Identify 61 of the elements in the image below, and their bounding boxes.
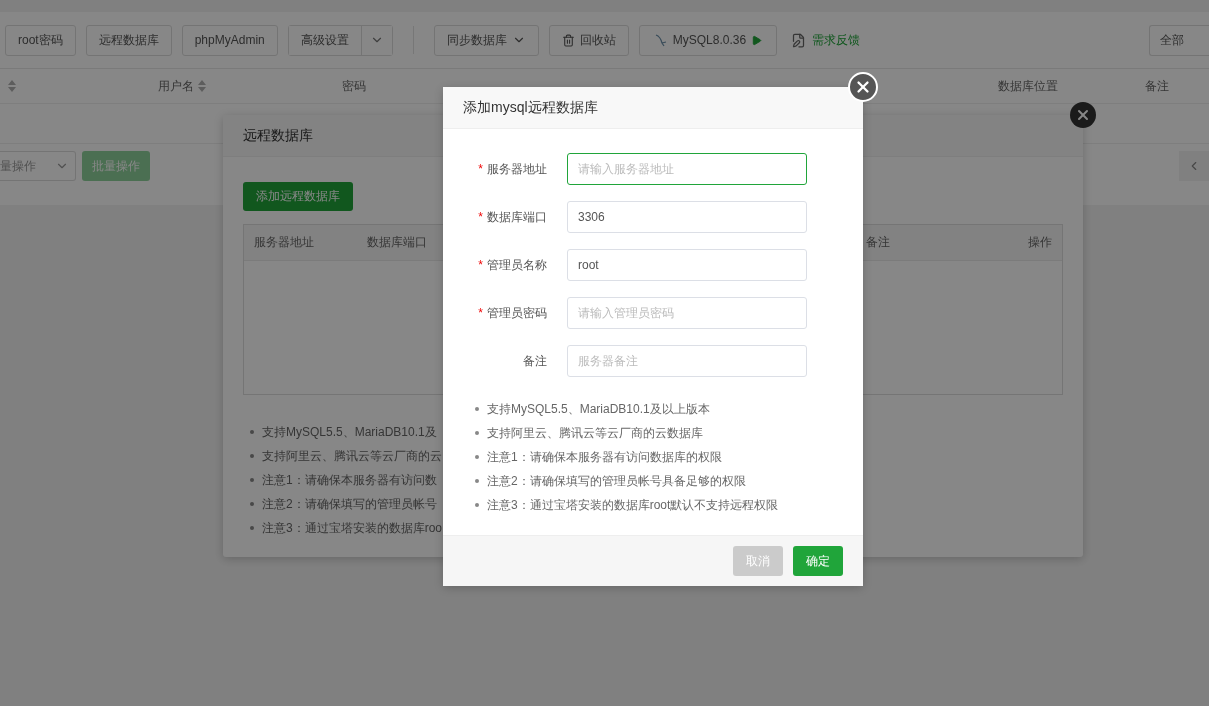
version-button[interactable]: MySQL8.0.36	[638, 24, 778, 56]
previous-page-button[interactable]	[1179, 151, 1209, 181]
note-text: 注意2：请确保填写的管理员帐号具备足够的权限	[487, 472, 746, 490]
note-text: 支持MySQL5.5、MariaDB10.1及	[262, 423, 437, 441]
close-icon	[1075, 107, 1091, 123]
column-header: 数据库位置	[998, 77, 1058, 95]
sync-dropdown-button[interactable]: 同步数据库	[433, 24, 539, 56]
toolbar-button[interactable]: 远程数据库	[85, 24, 172, 56]
input-field[interactable]: 3306	[567, 201, 807, 233]
note-text: 支持阿里云、腾讯云等云厂商的云数据库	[487, 424, 703, 442]
bullet-icon	[250, 526, 254, 530]
dialog-title: 添加mysql远程数据库	[443, 87, 863, 129]
bullet-icon	[475, 503, 479, 507]
column-header: 备注	[1145, 77, 1169, 95]
sort-icon[interactable]	[198, 80, 206, 92]
column-header: 密码	[342, 77, 366, 95]
note-text: 注意1：请确保本服务器有访问数	[262, 471, 437, 489]
column-header: 操作	[1028, 234, 1052, 251]
settings-button[interactable]: 高级设置	[288, 25, 362, 55]
toolbar-button[interactable]: root密码	[5, 24, 76, 56]
note-text: 支持阿里云、腾讯云等云厂商的云	[262, 447, 442, 465]
trash-icon	[561, 33, 575, 47]
column-header: 服务器地址	[254, 234, 315, 251]
input-field[interactable]: root	[567, 249, 807, 281]
column-header: 备注	[866, 234, 891, 251]
bullet-icon	[250, 478, 254, 482]
field-label: 数据库端口	[487, 208, 547, 226]
bullet-icon	[475, 479, 479, 483]
recycle-bin-button[interactable]: 回收站	[548, 24, 629, 56]
column-header: 数据库端口	[367, 234, 428, 251]
required-mark: *	[478, 258, 483, 272]
dolphin-icon	[653, 33, 668, 47]
field-label: 管理员密码	[487, 304, 547, 322]
required-mark: *	[478, 306, 483, 320]
column-header: 用户名	[158, 77, 194, 95]
required-mark: *	[478, 162, 483, 176]
sort-icon[interactable]	[8, 80, 16, 92]
play-icon	[751, 34, 763, 46]
note-text: 注意2：请确保填写的管理员帐号	[262, 495, 437, 513]
note-text: 注意3：通过宝塔安装的数据库root默认不支持远程权限	[487, 496, 779, 514]
field-label: 备注	[523, 352, 547, 370]
required-mark: *	[478, 210, 483, 224]
toolbar-button[interactable]: phpMyAdmin	[181, 24, 278, 56]
note-text: 注意3：通过宝塔安装的数据库roo	[262, 519, 443, 537]
input-field[interactable]: 请输入服务器地址	[567, 153, 807, 185]
bullet-icon	[475, 455, 479, 459]
feedback-link[interactable]: 需求反馈	[791, 31, 861, 49]
filter-select[interactable]: 全部	[1149, 24, 1209, 56]
field-label: 服务器地址	[487, 160, 547, 178]
field-label: 管理员名称	[487, 256, 547, 274]
add-remote-button[interactable]: 添加远程数据库	[243, 182, 353, 211]
bullet-icon	[475, 407, 479, 411]
note-text: 支持MySQL5.5、MariaDB10.1及以上版本	[487, 400, 710, 418]
close-icon	[854, 78, 872, 96]
document-edit-icon	[791, 32, 807, 48]
bullet-icon	[250, 502, 254, 506]
bullet-icon	[475, 431, 479, 435]
bullet-icon	[250, 454, 254, 458]
note-text: 注意1：请确保本服务器有访问数据库的权限	[487, 448, 722, 466]
bullet-icon	[250, 430, 254, 434]
confirm-button[interactable]: 确定	[793, 546, 843, 576]
